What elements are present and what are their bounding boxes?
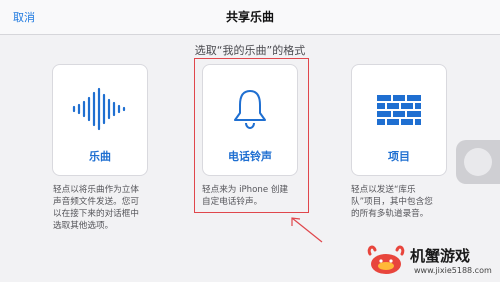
watermark: 机蟹游戏 www.jixie5188.com bbox=[364, 240, 500, 282]
crab-logo-icon bbox=[364, 242, 408, 282]
project-option-description: 轻点以发送“库乐 队”项目，其中包含您 的所有多轨道录音。 bbox=[351, 185, 433, 219]
waveform-icon bbox=[53, 87, 147, 131]
song-option-card[interactable]: 乐曲 bbox=[52, 64, 148, 176]
page-title: 共享乐曲 bbox=[225, 10, 274, 24]
watermark-name: 机蟹游戏 bbox=[410, 247, 471, 265]
song-option-label: 乐曲 bbox=[89, 150, 111, 163]
song-option-description: 轻点以将乐曲作为立体 声音频文件发送。您可 以在接下来的对话框中 选取其他选项。 bbox=[53, 185, 139, 231]
project-option-label: 项目 bbox=[388, 150, 410, 163]
brick-wall-icon bbox=[352, 87, 446, 131]
project-option-card[interactable]: 项目 bbox=[351, 64, 447, 176]
highlight-box bbox=[194, 58, 309, 213]
arrow-icon bbox=[286, 212, 326, 250]
watermark-url: www.jixie5188.com bbox=[414, 266, 492, 275]
format-prompt: 选取“我的乐曲”的格式 bbox=[194, 44, 306, 57]
navigation-bar: 取消 共享乐曲 bbox=[0, 0, 500, 35]
assistive-touch-icon bbox=[464, 148, 492, 176]
assistive-touch-button[interactable] bbox=[456, 140, 500, 184]
